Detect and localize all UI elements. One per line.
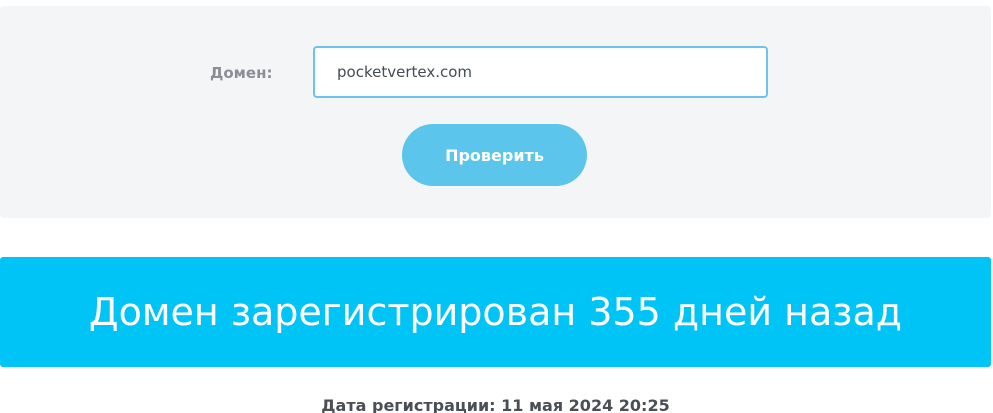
domain-input[interactable] [313, 46, 768, 98]
check-button[interactable]: Проверить [402, 124, 587, 186]
page: Домен: Проверить Домен зарегистрирован 3… [0, 0, 993, 413]
result-banner: Домен зарегистрирован 355 дней назад [0, 257, 991, 367]
domain-label: Домен: [210, 64, 273, 82]
registration-date: Дата регистрации: 11 мая 2024 20:25 [321, 396, 670, 413]
result-headline: Домен зарегистрирован 355 дней назад [88, 290, 903, 334]
domain-check-form: Домен: Проверить [0, 6, 991, 218]
